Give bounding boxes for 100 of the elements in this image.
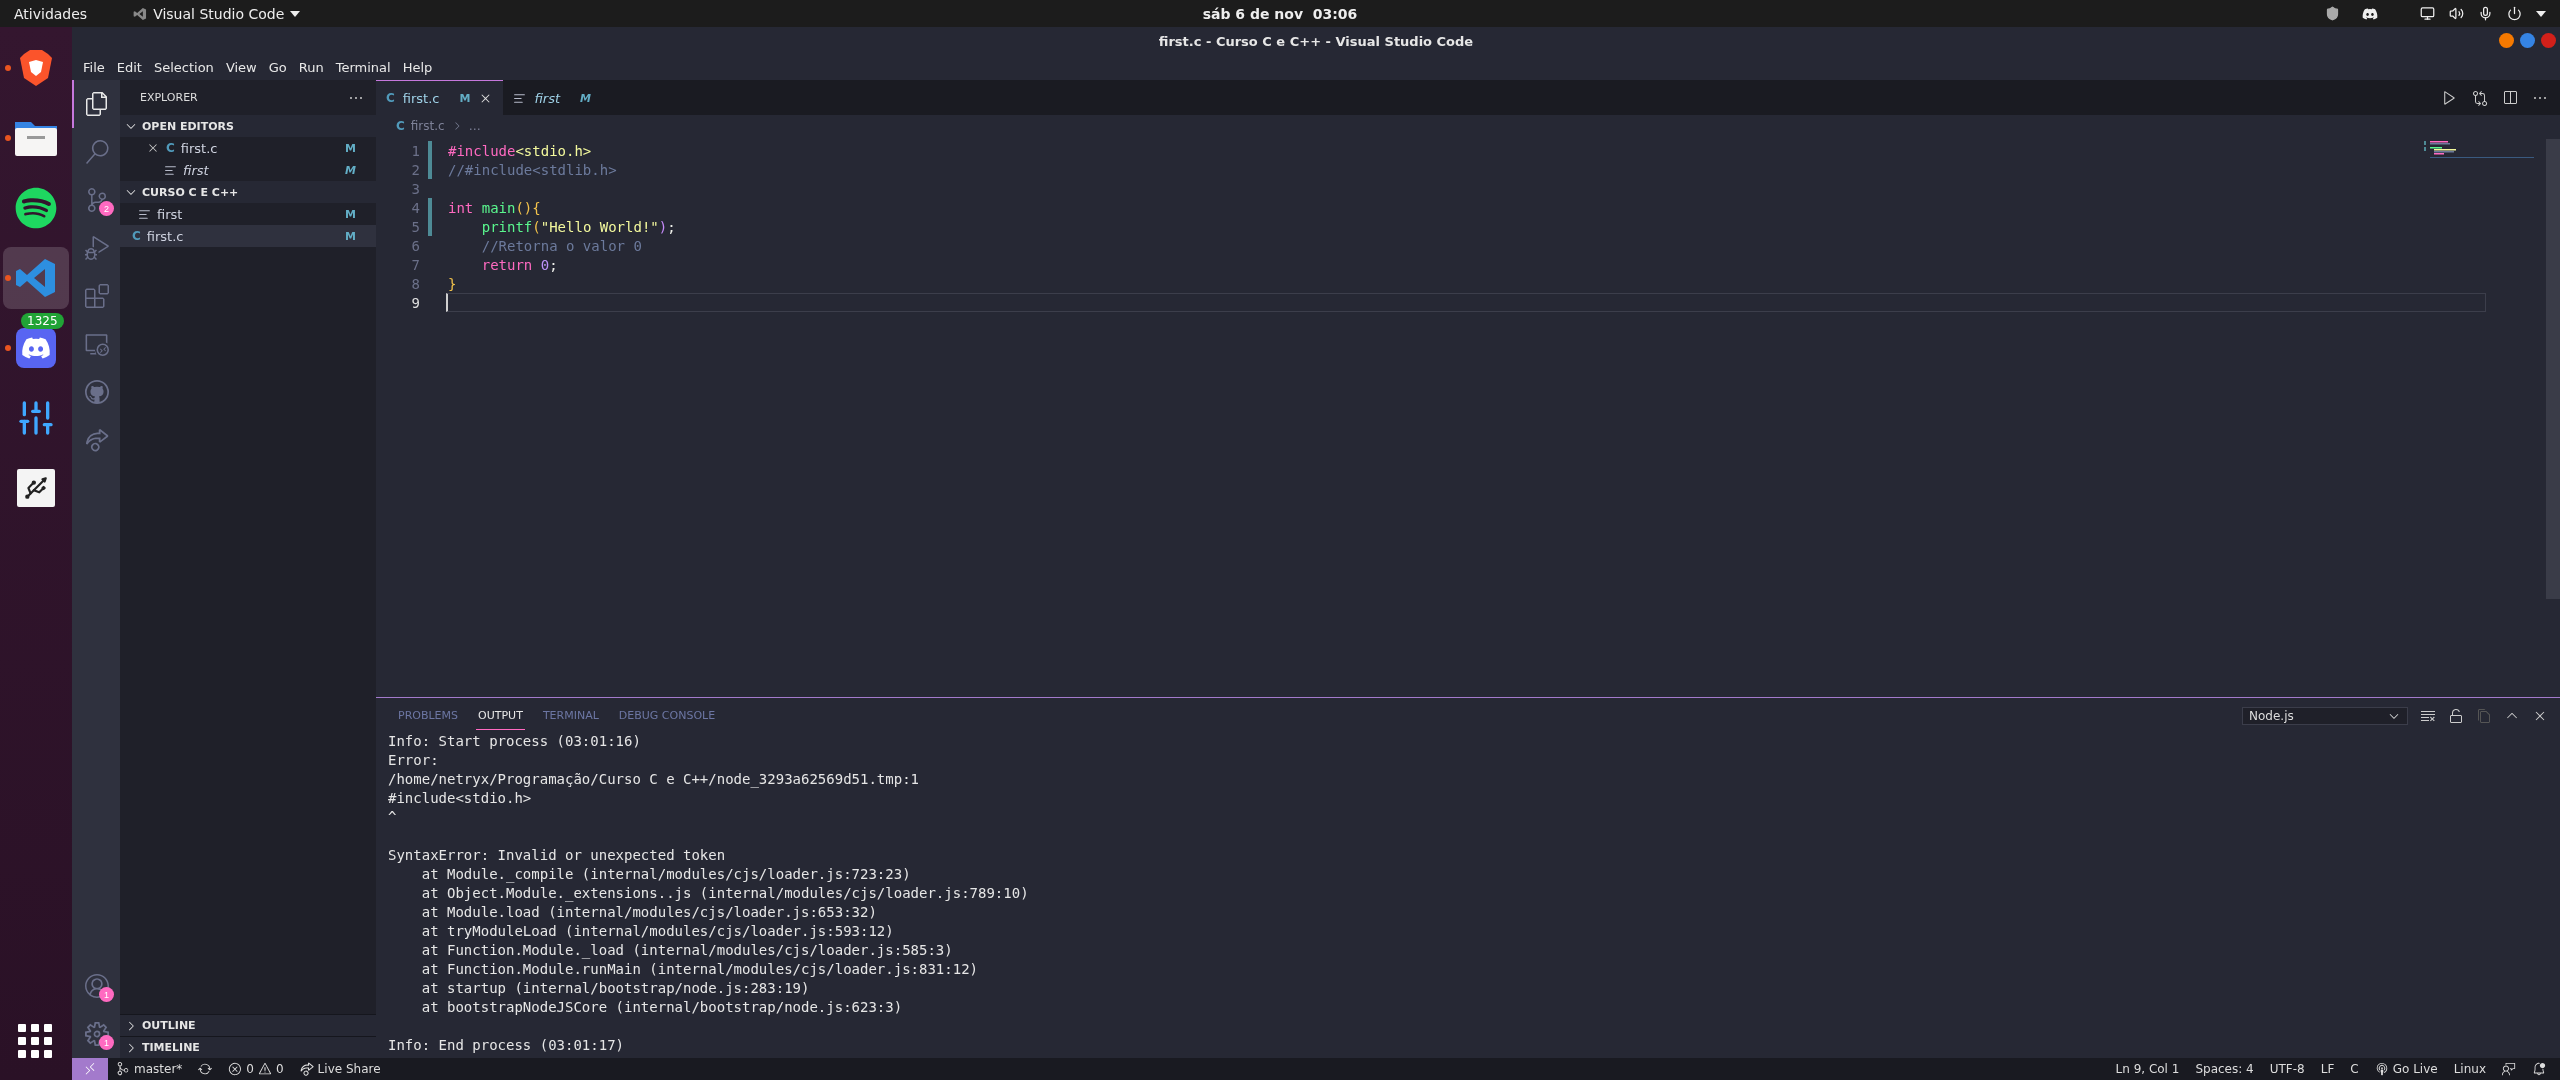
- maximize-button[interactable]: [2520, 33, 2535, 48]
- output-line: #include<stdio.h>: [388, 790, 533, 808]
- running-dot: [5, 65, 11, 71]
- c-file-icon: C: [396, 119, 405, 133]
- run-icon[interactable]: [2441, 89, 2458, 106]
- live-share-icon: [85, 428, 109, 452]
- error-icon: [228, 1062, 243, 1076]
- status-item[interactable]: UTF-8: [2261, 1058, 2313, 1080]
- problems-button[interactable]: 0 0: [220, 1058, 292, 1080]
- menu-item[interactable]: Help: [397, 58, 438, 77]
- run-debug-icon: [85, 236, 109, 260]
- code-line: printf("Hello World!");: [480, 217, 677, 236]
- file-row[interactable]: C first.c M: [120, 225, 376, 247]
- count-badge: 2: [99, 201, 114, 216]
- discord-icon: [16, 328, 56, 368]
- caret-icon: [290, 10, 301, 17]
- volume-icon[interactable]: [2449, 6, 2464, 21]
- clock[interactable]: sáb 6 de nov 03:06: [1202, 5, 1358, 22]
- menu-item[interactable]: File: [78, 58, 110, 77]
- line-number: 7: [410, 256, 421, 273]
- menu-item[interactable]: Edit: [111, 58, 147, 77]
- output-line: at tryModuleLoad (internal/modules/cjs/loader.js:593:12): [420, 923, 895, 941]
- github-icon: [85, 380, 109, 404]
- output-line: /home/netryx/Programação/Curso C e C++/node_3293a62569d51.tmp:1: [388, 771, 920, 790]
- breadcrumb-item[interactable]: first.c: [410, 119, 445, 133]
- status-item[interactable]: Spaces: 4: [2187, 1058, 2262, 1080]
- menu-item[interactable]: Selection: [148, 58, 219, 77]
- file-row[interactable]: C first.c M: [120, 137, 376, 159]
- git-status: M: [345, 163, 356, 177]
- output-line: Error:: [388, 752, 440, 770]
- file-row[interactable]: first M: [120, 159, 376, 181]
- line-number: 4: [410, 199, 421, 216]
- editor-tab[interactable]: C first.c M: [376, 80, 504, 115]
- status-item[interactable]: Ln 9, Col 1: [2107, 1058, 2188, 1080]
- unlock-icon[interactable]: [2448, 707, 2464, 724]
- section-header[interactable]: TIMELINE: [120, 1036, 376, 1058]
- running-dot: [5, 275, 11, 281]
- output-line: at bootstrapNodeJSCore (internal/bootstrap/node.js:623:3): [420, 999, 904, 1017]
- status-item[interactable]: C: [2342, 1058, 2367, 1080]
- source-control-icon: [85, 188, 109, 212]
- file-row[interactable]: first M: [120, 203, 376, 225]
- feedback-icon: [2502, 1062, 2516, 1076]
- sliders-icon: [16, 398, 56, 438]
- bell-icon: [2532, 1062, 2546, 1076]
- split-editor-icon[interactable]: [2502, 89, 2518, 106]
- status-item[interactable]: Linux: [2445, 1058, 2494, 1080]
- output-line: at Module._compile (internal/modules/cjs/loader.js:723:23): [420, 866, 912, 885]
- running-dot: [5, 345, 11, 351]
- file-name: first: [183, 162, 210, 178]
- spotify-icon: [15, 187, 57, 229]
- running-dot: [5, 135, 11, 141]
- section-header[interactable]: CURSO C E C++: [120, 181, 376, 203]
- output-channel-dropdown[interactable]: Node.js: [2242, 706, 2408, 725]
- go-live-button[interactable]: Go Live: [2366, 1058, 2446, 1080]
- output-line: ^: [388, 809, 398, 827]
- code-line: //Retorna o valor 0: [480, 236, 643, 255]
- close-button[interactable]: [2541, 33, 2556, 48]
- count-badge: 1: [99, 1035, 114, 1050]
- section-title: CURSO C E C++: [142, 185, 239, 199]
- panel-tab[interactable]: OUTPUT: [476, 701, 525, 730]
- app-grid-icon[interactable]: [18, 1024, 52, 1058]
- error-count: 0: [246, 1062, 254, 1076]
- power-icon[interactable]: [2507, 6, 2522, 21]
- notification-badge: 1325: [21, 313, 64, 329]
- app-menu[interactable]: Visual Studio Code: [133, 5, 301, 22]
- section-title: TIMELINE: [142, 1041, 200, 1054]
- breadcrumb-item[interactable]: …: [468, 119, 481, 133]
- output-line: at Function.Module._load (internal/modules/cjs/loader.js:585:3): [420, 942, 954, 961]
- menu-item[interactable]: View: [220, 58, 262, 77]
- minimize-button[interactable]: [2499, 33, 2514, 48]
- discord-icon[interactable]: [2362, 5, 2378, 22]
- output-line: Info: End process (03:01:17): [388, 1037, 625, 1055]
- menu-item[interactable]: Terminal: [330, 58, 396, 77]
- section-title: OPEN EDITORS: [142, 119, 234, 133]
- activities-button[interactable]: Atividades: [14, 5, 88, 22]
- extensions-icon: [85, 284, 109, 308]
- menu-item[interactable]: Run: [293, 58, 329, 77]
- branch-button[interactable]: master*: [108, 1058, 191, 1080]
- status-item[interactable]: LF: [2312, 1058, 2343, 1080]
- code-line: #include<stdio.h>: [447, 141, 593, 160]
- menu-item[interactable]: Go: [263, 58, 292, 77]
- remote-icon: [83, 1062, 97, 1076]
- compare-icon[interactable]: [2472, 89, 2488, 106]
- microphone-icon[interactable]: [2478, 6, 2493, 21]
- search-icon: [85, 140, 109, 164]
- shield-icon[interactable]: [2325, 6, 2340, 21]
- c-file-icon: C: [386, 91, 395, 105]
- sidebar-title: EXPLORER: [140, 91, 198, 104]
- line-number: 2: [410, 161, 421, 178]
- code-line: }: [447, 274, 458, 293]
- output-line: Info: Start process (03:01:16): [388, 733, 642, 751]
- live-share-button[interactable]: Live Share: [291, 1058, 389, 1080]
- section-header[interactable]: OPEN EDITORS: [120, 115, 376, 137]
- file-name: first: [157, 206, 184, 222]
- code-line: int main(){: [447, 198, 542, 217]
- line-number: 3: [410, 180, 421, 197]
- file-name: first.c: [180, 140, 219, 156]
- section-header[interactable]: OUTLINE: [120, 1014, 376, 1036]
- monitor-icon[interactable]: [2420, 6, 2435, 21]
- caret-icon[interactable]: [2536, 10, 2546, 17]
